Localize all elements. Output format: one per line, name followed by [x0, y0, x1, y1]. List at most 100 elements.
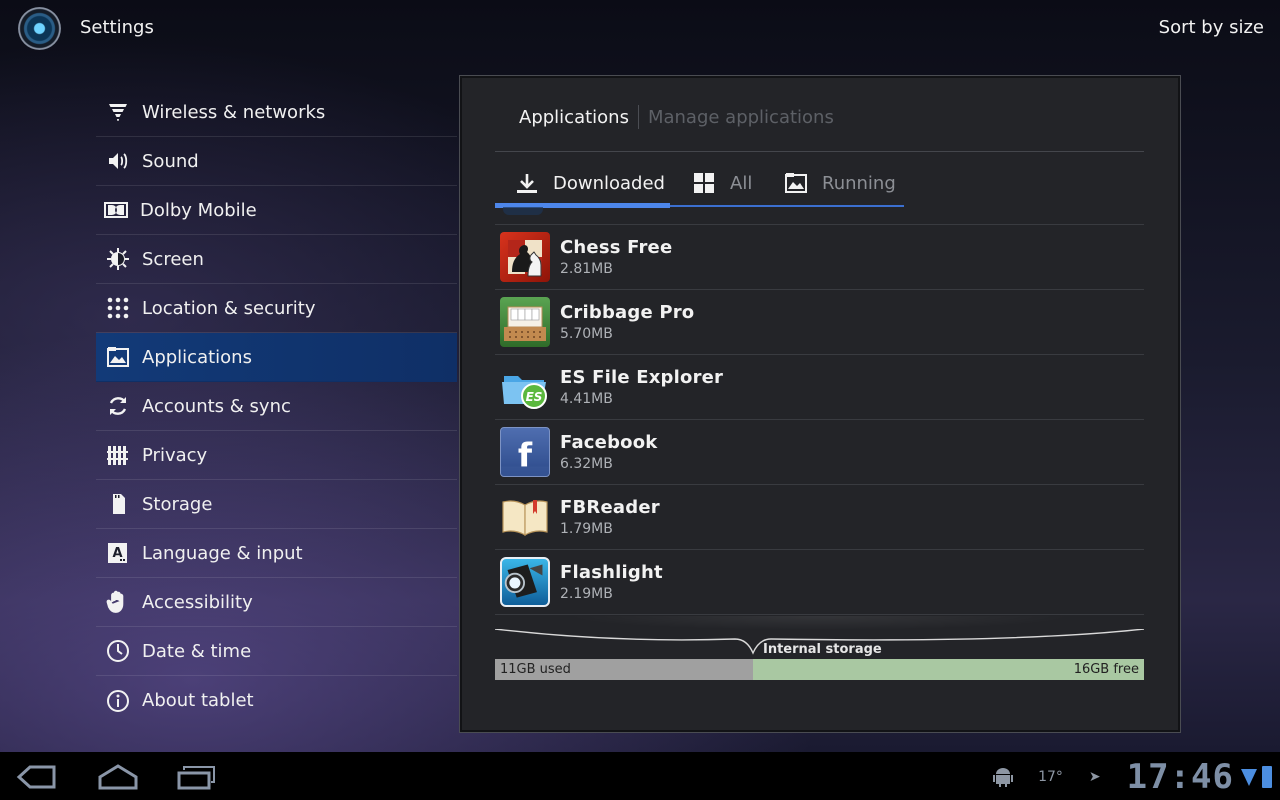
- app-name: Facebook: [560, 432, 658, 453]
- menu-item-wireless-networks[interactable]: Wireless & networks: [96, 88, 457, 137]
- tab-label: Running: [822, 172, 896, 194]
- app-title: Settings: [80, 17, 154, 38]
- menu-item-label: Date & time: [142, 640, 252, 662]
- menu-item-sound[interactable]: Sound: [96, 137, 457, 186]
- menu-item-dolby-mobile[interactable]: Dolby Mobile: [96, 186, 457, 235]
- es-file-explorer-icon: ES: [500, 362, 550, 412]
- dolby-icon: [104, 198, 128, 222]
- storage-bar: 11GB used 16GB free: [495, 659, 1144, 680]
- hand-icon: [106, 590, 130, 614]
- storage-free: 16GB free: [753, 659, 1144, 680]
- brightness-icon: [106, 247, 130, 271]
- breadcrumb-separator: [637, 105, 639, 129]
- app-name: ES File Explorer: [560, 367, 724, 388]
- privacy-icon: [106, 443, 130, 467]
- app-size: 5.70MB: [560, 326, 613, 342]
- app-filter-tabs: Downloaded All Running: [495, 158, 904, 208]
- tab-running[interactable]: Running: [761, 158, 904, 208]
- cribbage-icon: [500, 297, 550, 347]
- wifi-signal-icon: [1240, 767, 1258, 787]
- language-icon: A: [106, 541, 130, 565]
- menu-item-date-time[interactable]: Date & time: [96, 627, 457, 676]
- breadcrumb: Applications Manage applications: [519, 105, 834, 129]
- temperature: 17°: [1038, 769, 1063, 785]
- list-item-cribbage-pro[interactable]: Cribbage Pro 5.70MB: [495, 290, 1144, 355]
- menu-item-privacy[interactable]: Privacy: [96, 431, 457, 480]
- list-item-fbreader[interactable]: FBReader 1.79MB: [495, 485, 1144, 550]
- facebook-icon: f: [500, 427, 550, 477]
- download-icon: [515, 171, 539, 195]
- settings-menu: Wireless & networks Sound Dolby Mobile S…: [96, 88, 457, 725]
- list-item-chess-free[interactable]: Chess Free 2.81MB: [495, 225, 1144, 290]
- wifi-icon: [106, 100, 130, 124]
- sync-icon: [106, 394, 130, 418]
- tab-label: Downloaded: [553, 172, 665, 194]
- list-item-facebook[interactable]: f Facebook 6.32MB: [495, 420, 1144, 485]
- sdcard-icon: [106, 492, 130, 516]
- settings-orb-icon[interactable]: [18, 7, 61, 50]
- app-size: 6.32MB: [560, 456, 613, 472]
- action-bar: Settings Sort by size: [0, 0, 1280, 58]
- back-icon[interactable]: [16, 764, 58, 790]
- menu-item-label: Wireless & networks: [142, 101, 326, 123]
- battery-icon: [1262, 766, 1272, 788]
- tab-downloaded[interactable]: Downloaded: [495, 158, 670, 208]
- menu-item-label: Location & security: [142, 297, 316, 319]
- android-debug-icon: [992, 766, 1014, 788]
- storage-label: Internal storage: [763, 642, 882, 657]
- app-size: 2.81MB: [560, 261, 613, 277]
- menu-item-accessibility[interactable]: Accessibility: [96, 578, 457, 627]
- running-icon: [784, 171, 808, 195]
- notification-bird-icon: ➤: [1088, 769, 1101, 785]
- home-icon[interactable]: [97, 764, 139, 790]
- app-name: FBReader: [560, 497, 660, 518]
- storage-used: 11GB used: [495, 659, 753, 680]
- divider: [495, 151, 1144, 152]
- clock-icon: [106, 639, 130, 663]
- breadcrumb-manage-applications: Manage applications: [647, 106, 834, 128]
- menu-item-label: Accounts & sync: [142, 395, 291, 417]
- app-size: 1.79MB: [560, 521, 613, 537]
- book-icon: [500, 492, 550, 542]
- app-name: Flashlight: [560, 562, 663, 583]
- system-bar: 17° ➤ 17:46: [0, 752, 1280, 800]
- list-item-partial: [495, 207, 1144, 225]
- menu-item-label: Applications: [142, 346, 252, 368]
- svg-text:ES: ES: [526, 390, 543, 404]
- app-list[interactable]: Chess Free 2.81MB Cribbage Pro 5.70MB ES…: [495, 207, 1144, 627]
- app-size: 4.41MB: [560, 391, 613, 407]
- app-name: Cribbage Pro: [560, 302, 695, 323]
- menu-item-label: Dolby Mobile: [140, 199, 257, 221]
- sort-by-size-button[interactable]: Sort by size: [1159, 17, 1264, 38]
- applications-icon: [106, 345, 130, 369]
- list-item-es-file-explorer[interactable]: ES ES File Explorer 4.41MB: [495, 355, 1144, 420]
- menu-item-applications[interactable]: Applications: [96, 333, 457, 382]
- applications-panel: Applications Manage applications Downloa…: [459, 75, 1181, 733]
- menu-item-label: Sound: [142, 150, 199, 172]
- status-area[interactable]: 17° ➤ 17:46: [992, 757, 1272, 797]
- location-grid-icon: [106, 296, 130, 320]
- menu-item-about-tablet[interactable]: About tablet: [96, 676, 457, 725]
- app-name: Chess Free: [560, 237, 673, 258]
- speaker-icon: [106, 149, 130, 173]
- tab-all[interactable]: All: [670, 158, 761, 208]
- menu-item-screen[interactable]: Screen: [96, 235, 457, 284]
- svg-text:A: A: [112, 546, 122, 561]
- clock-time: 17:46: [1126, 757, 1234, 797]
- menu-item-label: Accessibility: [142, 591, 253, 613]
- menu-item-label: About tablet: [142, 690, 254, 711]
- chess-icon: [500, 232, 550, 282]
- app-size: 2.19MB: [560, 586, 613, 602]
- flashlight-icon: [500, 557, 550, 607]
- tab-label: All: [730, 172, 753, 194]
- menu-item-language-input[interactable]: A Language & input: [96, 529, 457, 578]
- grid-icon: [692, 171, 716, 195]
- list-item-flashlight[interactable]: Flashlight 2.19MB: [495, 550, 1144, 615]
- info-icon: [106, 689, 130, 713]
- menu-item-storage[interactable]: Storage: [96, 480, 457, 529]
- recent-apps-icon[interactable]: [176, 764, 218, 790]
- breadcrumb-applications[interactable]: Applications: [519, 107, 629, 128]
- menu-item-location-security[interactable]: Location & security: [96, 284, 457, 333]
- menu-item-label: Privacy: [142, 444, 208, 466]
- menu-item-accounts-sync[interactable]: Accounts & sync: [96, 382, 457, 431]
